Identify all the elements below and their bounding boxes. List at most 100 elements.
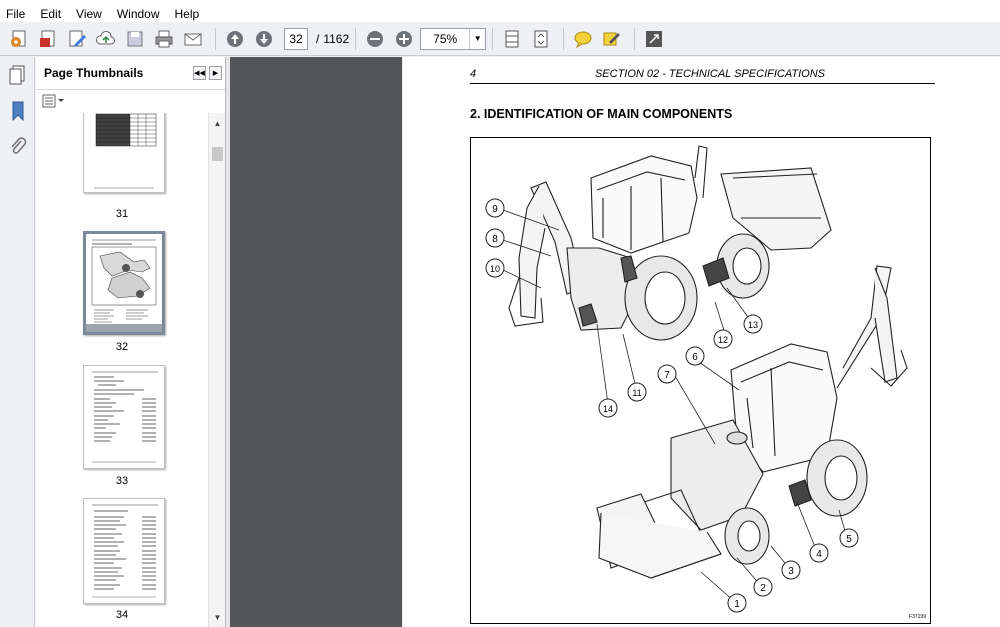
cloud-upload-icon bbox=[96, 30, 115, 44]
zoom-out-button[interactable] bbox=[362, 26, 388, 52]
collapse-panel-button[interactable]: ◀◀ bbox=[193, 66, 206, 80]
fit-page-icon bbox=[534, 30, 548, 47]
svg-text:1: 1 bbox=[734, 599, 740, 610]
page-thumbnails-tab[interactable] bbox=[0, 57, 35, 93]
full-screen-button[interactable] bbox=[641, 26, 667, 52]
menu-bar: File Edit View Window Help bbox=[0, 5, 1000, 22]
figure-id: F37199 bbox=[909, 614, 926, 620]
comment-button[interactable] bbox=[570, 26, 596, 52]
expand-panel-button[interactable]: ▶ bbox=[209, 66, 222, 80]
zoom-value: 75% bbox=[433, 31, 458, 46]
fit-width-icon bbox=[505, 30, 519, 47]
callout-7: 7 bbox=[657, 364, 677, 384]
panel-options-row bbox=[36, 90, 225, 112]
panel-title: Page Thumbnails bbox=[44, 66, 144, 80]
scroll-up-icon[interactable]: ▲ bbox=[209, 115, 226, 131]
toolbar-separator bbox=[215, 27, 216, 50]
envelope-icon bbox=[184, 33, 202, 45]
thumbnail-page-34[interactable] bbox=[83, 498, 165, 604]
thumbnail-scrollbar[interactable]: ▲ ▼ bbox=[208, 113, 225, 627]
bookmark-icon bbox=[12, 101, 23, 122]
print-button[interactable] bbox=[151, 26, 177, 52]
arrow-up-circle-icon bbox=[227, 30, 243, 47]
create-pdf-button[interactable] bbox=[6, 26, 32, 52]
thumbnail-label: 33 bbox=[115, 475, 129, 487]
minus-circle-icon bbox=[367, 30, 384, 47]
options-menu-icon[interactable] bbox=[42, 94, 66, 108]
menu-view[interactable]: View bbox=[76, 7, 102, 21]
zoom-select[interactable]: 75% ▼ bbox=[420, 27, 487, 50]
create-pdf-icon bbox=[11, 30, 26, 47]
callout-1: 1 bbox=[727, 593, 747, 613]
callout-3: 3 bbox=[781, 560, 801, 580]
pages-icon bbox=[9, 65, 24, 85]
thumbnail-31-preview bbox=[94, 113, 157, 189]
thumbnail-page-31[interactable] bbox=[83, 113, 165, 193]
panel-header: Page Thumbnails ◀◀ ▶ bbox=[36, 57, 225, 90]
backhoe-loader-figure: 9 8 10 12 13 6 7 11 14 5 4 3 2 1 F37199 bbox=[470, 137, 931, 624]
printer-icon bbox=[155, 30, 173, 47]
scroll-down-icon[interactable]: ▼ bbox=[209, 609, 226, 625]
highlight-button[interactable] bbox=[599, 26, 625, 52]
document-page: 4 SECTION 02 - TECHNICAL SPECIFICATIONS … bbox=[403, 57, 1000, 627]
svg-text:12: 12 bbox=[718, 335, 728, 345]
callout-6: 6 bbox=[685, 346, 705, 366]
svg-text:3: 3 bbox=[788, 566, 794, 577]
page-number-text: 4 bbox=[470, 68, 477, 80]
zoom-in-button[interactable] bbox=[391, 26, 417, 52]
callout-4: 4 bbox=[809, 543, 829, 563]
save-icon bbox=[127, 31, 143, 46]
callout-11: 11 bbox=[627, 382, 647, 402]
callout-14: 14 bbox=[598, 398, 618, 418]
toolbar-separator bbox=[563, 27, 565, 50]
export-pdf-button[interactable] bbox=[35, 26, 61, 52]
cloud-upload-button[interactable] bbox=[93, 26, 119, 52]
thumbnail-34-preview bbox=[92, 504, 158, 598]
fit-page-button[interactable] bbox=[528, 26, 554, 52]
thumbnail-label: 31 bbox=[115, 208, 129, 220]
svg-text:11: 11 bbox=[632, 388, 641, 398]
svg-text:13: 13 bbox=[748, 320, 758, 330]
svg-text:2: 2 bbox=[760, 583, 766, 594]
page-header: 4 SECTION 02 - TECHNICAL SPECIFICATIONS bbox=[470, 67, 935, 84]
scrollbar-thumb[interactable] bbox=[212, 147, 223, 161]
svg-text:8: 8 bbox=[492, 234, 498, 245]
page-thumbnails-panel: Page Thumbnails ◀◀ ▶ 31 32 33 34 ▲ ▼ bbox=[36, 57, 226, 627]
speech-bubble-icon bbox=[574, 31, 592, 48]
expand-icon bbox=[646, 30, 663, 47]
edit-pdf-button[interactable] bbox=[64, 26, 90, 52]
callout-5: 5 bbox=[839, 528, 859, 548]
menu-edit[interactable]: Edit bbox=[40, 7, 61, 21]
navigation-rail bbox=[0, 57, 35, 627]
svg-text:9: 9 bbox=[492, 204, 498, 215]
menu-file[interactable]: File bbox=[6, 7, 25, 21]
bookmarks-tab[interactable] bbox=[0, 93, 35, 129]
paperclip-icon bbox=[10, 137, 26, 154]
next-page-button[interactable] bbox=[251, 26, 277, 52]
arrow-down-circle-icon bbox=[256, 30, 272, 47]
toolbar-separator bbox=[492, 27, 494, 50]
chevron-down-icon[interactable]: ▼ bbox=[469, 28, 485, 49]
callout-12: 12 bbox=[713, 329, 733, 349]
menu-help[interactable]: Help bbox=[175, 7, 200, 21]
email-button[interactable] bbox=[180, 26, 206, 52]
export-pdf-icon bbox=[40, 30, 55, 47]
page-number-input[interactable]: 32 bbox=[284, 27, 308, 50]
svg-text:7: 7 bbox=[664, 370, 670, 381]
svg-text:5: 5 bbox=[846, 534, 852, 545]
highlighter-icon bbox=[603, 32, 621, 45]
callout-13: 13 bbox=[743, 314, 763, 334]
section-heading: 2. IDENTIFICATION OF MAIN COMPONENTS bbox=[470, 107, 733, 121]
callout-10: 10 bbox=[485, 258, 505, 278]
thumbnail-label: 34 bbox=[115, 609, 129, 621]
attachments-tab[interactable] bbox=[0, 129, 35, 165]
toolbar-separator bbox=[355, 27, 357, 50]
save-button[interactable] bbox=[122, 26, 148, 52]
previous-page-button[interactable] bbox=[222, 26, 248, 52]
thumbnail-page-32[interactable] bbox=[83, 231, 165, 335]
fit-width-button[interactable] bbox=[499, 26, 525, 52]
total-pages-label: 1162 bbox=[323, 31, 350, 46]
thumbnail-page-33[interactable] bbox=[83, 365, 165, 469]
page-separator: / bbox=[316, 31, 320, 46]
menu-window[interactable]: Window bbox=[117, 7, 160, 21]
